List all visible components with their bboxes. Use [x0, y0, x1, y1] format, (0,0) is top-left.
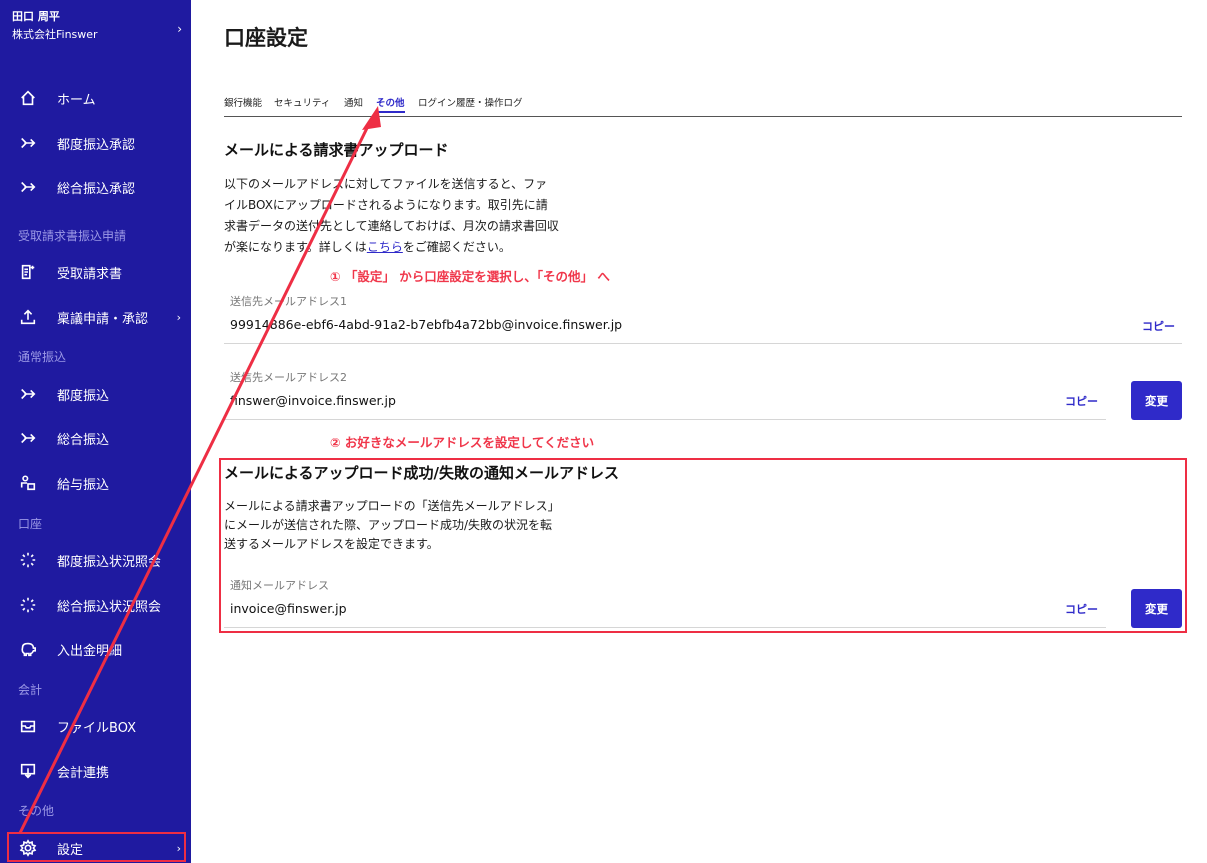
sidebar-item-label: 会計連携 [57, 765, 110, 781]
tab-bank-features[interactable]: 銀行機能 [224, 95, 262, 109]
description-text: をご確認ください。 [402, 240, 511, 254]
field1-value: 99914886e-ebf6-4abd-91a2-b7ebfb4a72bb@in… [230, 317, 623, 332]
sidebar-item-filebox[interactable]: ファイルBOX [0, 711, 191, 741]
sidebar-item-label: 都度振込承認 [57, 137, 136, 153]
person-money-icon [18, 473, 38, 493]
chevron-right-icon: › [177, 22, 182, 36]
field2-value: finswer@invoice.finswer.jp [230, 393, 396, 408]
section-title-normal: 通常振込 [18, 350, 67, 364]
home-icon [18, 88, 38, 108]
export-icon [18, 761, 38, 781]
upload-section-heading: メールによる請求書アップロード [224, 141, 449, 159]
sidebar-item-label: ファイルBOX [57, 720, 136, 736]
chevron-right-icon: › [176, 310, 181, 324]
loading-icon [18, 595, 38, 615]
annotation-step2: ② お好きなメールアドレスを設定してください [330, 435, 595, 450]
divider [224, 343, 1182, 344]
sidebar-item-received-invoice[interactable]: 受取請求書 [0, 257, 191, 287]
piggy-bank-icon [18, 639, 38, 659]
section-title-accounting: 会計 [18, 683, 43, 697]
sidebar-item-statement[interactable]: 入出金明細 [0, 634, 191, 664]
section-title-account: 口座 [18, 517, 43, 531]
transfer-arrow-icon [18, 384, 38, 404]
copy-button-2[interactable]: コピー [1065, 393, 1098, 409]
sidebar-item-each-status[interactable]: 都度振込状況照会 [0, 545, 191, 575]
copy-button-1[interactable]: コピー [1142, 318, 1175, 334]
sidebar-item-each-approval[interactable]: 都度振込承認 [0, 128, 191, 158]
sidebar-item-label: 入出金明細 [57, 643, 123, 659]
sidebar-item-accounting-link[interactable]: 会計連携 [0, 756, 191, 786]
details-link[interactable]: こちら [367, 240, 403, 254]
sidebar-item-label: ホーム [57, 92, 96, 108]
sidebar-item-label: 都度振込 [57, 388, 110, 404]
sidebar-item-label: 給与振込 [57, 477, 110, 493]
tab-bar: 銀行機能 セキュリティ 通知 その他 ログイン履歴・操作ログ [224, 90, 1182, 117]
inbox-icon [18, 716, 38, 736]
sidebar-item-bulk-status[interactable]: 総合振込状況照会 [0, 590, 191, 620]
sidebar-item-bulk-approval[interactable]: 総合振込承認 [0, 172, 191, 202]
sidebar-item-ringi[interactable]: 稟議申請・承認 › [0, 302, 191, 332]
transfer-arrow-icon [18, 177, 38, 197]
highlight-box-notify [219, 458, 1187, 633]
user-name: 田口 周平 [12, 10, 60, 23]
user-info[interactable]: 田口 周平 株式会社Finswer › [12, 10, 182, 43]
sidebar-item-label: 稟議申請・承認 [57, 311, 149, 327]
sidebar-item-each-transfer[interactable]: 都度振込 [0, 379, 191, 409]
upload-icon [18, 307, 38, 327]
sidebar-item-label: 総合振込 [57, 432, 110, 448]
change-button-2[interactable]: 変更 [1131, 381, 1182, 420]
document-edit-icon [18, 262, 38, 282]
loading-icon [18, 550, 38, 570]
annotation-step1: ① 「設定」 から口座設定を選択し、「その他」 へ [330, 269, 610, 284]
tab-other[interactable]: その他 [376, 95, 405, 113]
sidebar-item-home[interactable]: ホーム [0, 83, 191, 113]
sidebar-item-label: 総合振込承認 [57, 181, 136, 197]
sidebar-item-label: 受取請求書 [57, 266, 123, 282]
tab-login-history[interactable]: ログイン履歴・操作ログ [418, 95, 523, 109]
transfer-arrow-icon [18, 428, 38, 448]
sidebar: 田口 周平 株式会社Finswer › ホーム 都度振込承認 総合振込承認 受取… [0, 0, 191, 863]
sidebar-item-label: 総合振込状況照会 [57, 599, 162, 615]
divider [224, 419, 1106, 420]
sidebar-item-bulk-transfer[interactable]: 総合振込 [0, 423, 191, 453]
highlight-box-settings [7, 832, 186, 862]
field1-label: 送信先メールアドレス1 [230, 295, 347, 308]
transfer-arrow-icon [18, 133, 38, 153]
field2-label: 送信先メールアドレス2 [230, 371, 347, 384]
company-name: 株式会社Finswer [12, 28, 98, 41]
tab-security[interactable]: セキュリティ [274, 95, 330, 109]
sidebar-item-salary-transfer[interactable]: 給与振込 [0, 468, 191, 498]
tab-notifications[interactable]: 通知 [344, 95, 363, 109]
section-title-other: その他 [18, 804, 55, 818]
sidebar-item-label: 都度振込状況照会 [57, 554, 162, 570]
section-title-receivable: 受取請求書振込申請 [18, 229, 127, 243]
upload-section-description: 以下のメールアドレスに対してファイルを送信すると、ファイルBOXにアップロードさ… [224, 174, 559, 258]
page-title: 口座設定 [224, 26, 308, 50]
